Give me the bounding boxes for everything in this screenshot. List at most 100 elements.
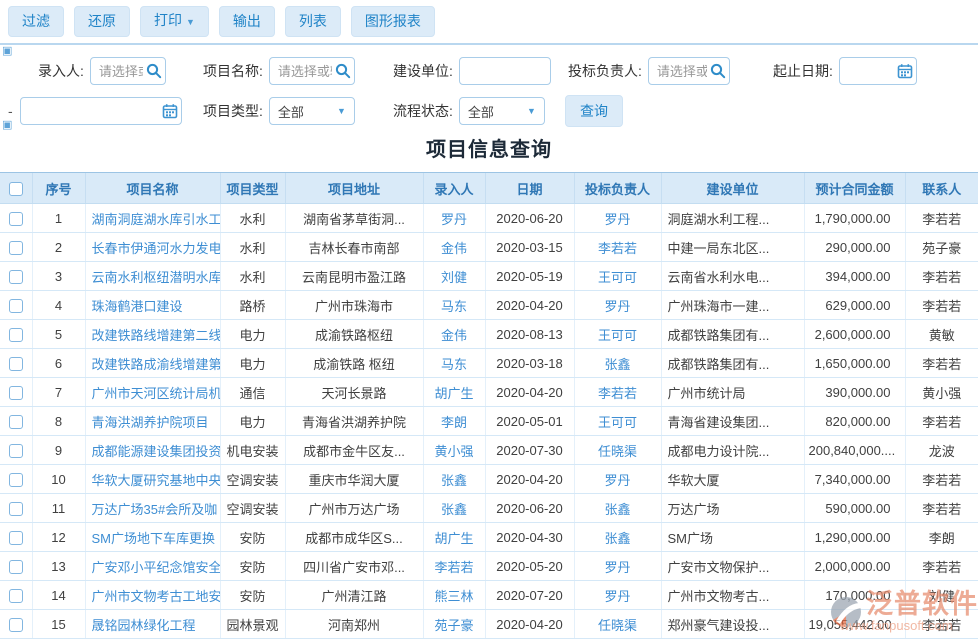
row-checkbox[interactable]	[9, 473, 23, 487]
entry-by-link[interactable]: 熊三林	[434, 589, 473, 604]
project-name-link[interactable]: 湖南洞庭湖水库引水工	[92, 212, 221, 227]
bid-manager-link[interactable]: 罗丹	[604, 473, 630, 488]
row-checkbox[interactable]	[9, 502, 23, 516]
calendar-icon[interactable]	[897, 63, 913, 79]
entry-by-link-cell: 李若若	[423, 552, 485, 581]
row-checkbox[interactable]	[9, 299, 23, 313]
bid-manager-link[interactable]: 罗丹	[604, 212, 630, 227]
entry-by-link[interactable]: 刘健	[441, 270, 467, 285]
search-icon[interactable]	[335, 63, 351, 79]
chart-report-button[interactable]: 图形报表	[351, 6, 435, 37]
contact-person: 李若若	[905, 349, 978, 378]
bid-manager-link[interactable]: 王可可	[598, 415, 637, 430]
contract-amount: 1,650,000.00	[804, 349, 905, 378]
row-checkbox[interactable]	[9, 357, 23, 371]
project-name-link[interactable]: 广州市文物考古工地安	[92, 589, 221, 604]
date-end-input[interactable]	[20, 97, 182, 125]
entry-by-link[interactable]: 金伟	[441, 241, 467, 256]
entry-by-link[interactable]: 金伟	[441, 328, 467, 343]
chevron-down-icon: ▼	[527, 106, 536, 116]
entry-by-link[interactable]: 李朗	[441, 415, 467, 430]
project-name-link[interactable]: SM广场地下车库更换	[92, 531, 216, 546]
project-name-link[interactable]: 青海洪湖养护院项目	[92, 415, 209, 430]
col-header-address: 项目地址	[285, 173, 423, 204]
contract-amount: 2,000,000.00	[804, 552, 905, 581]
row-checkbox-cell	[0, 436, 32, 465]
filter-button[interactable]: 过滤	[8, 6, 64, 37]
row-number: 11	[32, 494, 85, 523]
bid-manager-link[interactable]: 罗丹	[604, 589, 630, 604]
row-checkbox-cell	[0, 465, 32, 494]
project-name-link[interactable]: 成都能源建设集团投资	[92, 444, 221, 459]
project-name-link-cell: 晟铭园林绿化工程	[85, 610, 220, 639]
search-icon[interactable]	[146, 63, 162, 79]
print-button[interactable]: 打印▼	[140, 6, 209, 37]
bid-manager-link[interactable]: 李若若	[598, 386, 637, 401]
bid-manager-link[interactable]: 王可可	[598, 270, 637, 285]
project-type: 电力	[220, 407, 285, 436]
row-checkbox[interactable]	[9, 560, 23, 574]
project-name-link[interactable]: 改建铁路成渝线增建第	[92, 357, 221, 372]
entry-by-link-cell: 黄小强	[423, 436, 485, 465]
row-checkbox[interactable]	[9, 270, 23, 284]
entry-by-link[interactable]: 胡广生	[434, 386, 473, 401]
row-checkbox[interactable]	[9, 589, 23, 603]
calendar-icon[interactable]	[162, 103, 178, 119]
construction-unit-input[interactable]	[459, 57, 551, 85]
bid-manager-link[interactable]: 任晓渠	[598, 618, 637, 633]
row-checkbox[interactable]	[9, 415, 23, 429]
project-name-link[interactable]: 万达广场35#会所及咖	[92, 502, 218, 517]
row-checkbox[interactable]	[9, 531, 23, 545]
row-checkbox[interactable]	[9, 386, 23, 400]
flow-status-select[interactable]: 全部 ▼	[459, 97, 545, 125]
entry-by-link[interactable]: 胡广生	[434, 531, 473, 546]
project-type: 安防	[220, 581, 285, 610]
entry-by-link[interactable]: 张鑫	[441, 473, 467, 488]
entry-by-link[interactable]: 黄小强	[434, 444, 473, 459]
row-number: 8	[32, 407, 85, 436]
project-name-link-cell: 改建铁路成渝线增建第	[85, 349, 220, 378]
construction-unit: 广州市文物考古...	[661, 581, 804, 610]
row-checkbox[interactable]	[9, 444, 23, 458]
project-type: 安防	[220, 523, 285, 552]
entry-by-link[interactable]: 张鑫	[441, 502, 467, 517]
bid-manager-link[interactable]: 张鑫	[604, 502, 630, 517]
row-checkbox[interactable]	[9, 328, 23, 342]
row-checkbox[interactable]	[9, 618, 23, 632]
bid-manager-link[interactable]: 任晓渠	[598, 444, 637, 459]
project-type-select[interactable]: 全部 ▼	[269, 97, 355, 125]
export-button[interactable]: 输出	[219, 6, 275, 37]
construction-unit: 广州珠海市一建...	[661, 291, 804, 320]
search-icon[interactable]	[710, 63, 726, 79]
project-name-link[interactable]: 长春市伊通河水力发电	[92, 241, 221, 256]
select-all-checkbox[interactable]	[9, 182, 23, 196]
query-button[interactable]: 查询	[565, 95, 623, 127]
entry-by-link[interactable]: 李若若	[434, 560, 473, 575]
bid-manager-link[interactable]: 张鑫	[604, 357, 630, 372]
restore-button[interactable]: 还原	[74, 6, 130, 37]
project-name-link[interactable]: 改建铁路线增建第二线	[92, 328, 221, 343]
row-checkbox[interactable]	[9, 212, 23, 226]
entry-by-link[interactable]: 苑子豪	[434, 618, 473, 633]
entry-by-link-cell: 李朗	[423, 407, 485, 436]
project-name-link[interactable]: 云南水利枢纽潜明水库	[92, 270, 221, 285]
bid-manager-link[interactable]: 张鑫	[604, 531, 630, 546]
row-checkbox[interactable]	[9, 241, 23, 255]
project-name-link[interactable]: 广州市天河区统计局机	[92, 386, 221, 401]
row-number: 9	[32, 436, 85, 465]
project-name-link[interactable]: 晟铭园林绿化工程	[92, 618, 196, 633]
bid-manager-link[interactable]: 王可可	[598, 328, 637, 343]
project-name-link[interactable]: 珠海鹤港口建设	[92, 299, 183, 314]
project-name-link[interactable]: 广安邓小平纪念馆安全	[92, 560, 221, 575]
bid-manager-link-cell: 王可可	[574, 407, 661, 436]
entry-by-link[interactable]: 罗丹	[441, 212, 467, 227]
entry-by-link[interactable]: 马东	[441, 299, 467, 314]
bid-manager-link[interactable]: 罗丹	[604, 299, 630, 314]
bid-manager-link[interactable]: 罗丹	[604, 560, 630, 575]
construction-unit: 洞庭湖水利工程...	[661, 204, 804, 233]
project-name-link[interactable]: 华软大厦研究基地中央	[92, 473, 221, 488]
list-view-button[interactable]: 列表	[285, 6, 341, 37]
bid-manager-link[interactable]: 李若若	[598, 241, 637, 256]
entry-by-link[interactable]: 马东	[441, 357, 467, 372]
entry-person-label: 录入人:	[38, 61, 84, 81]
